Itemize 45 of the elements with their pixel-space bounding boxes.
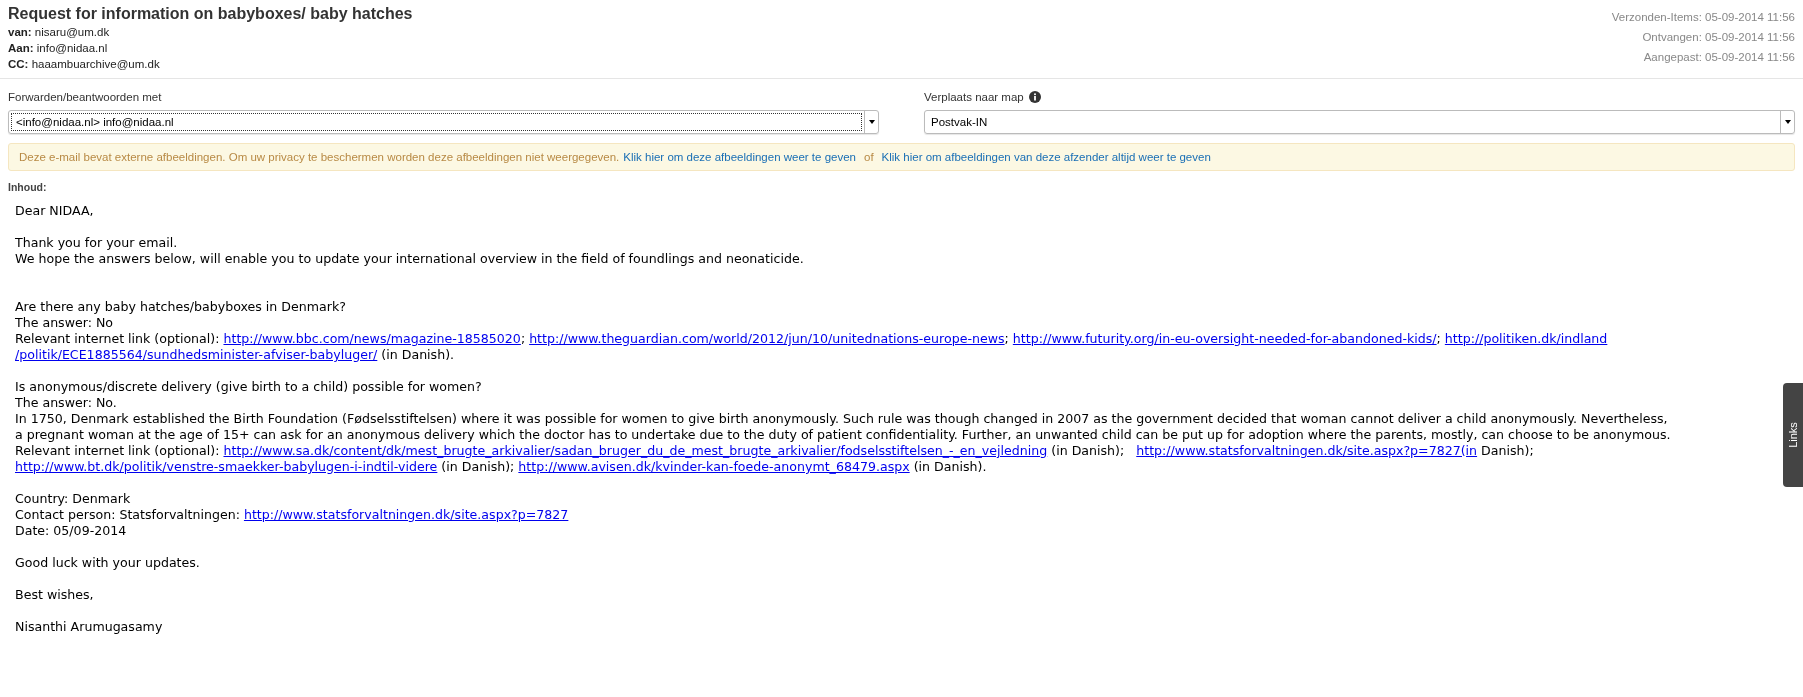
body-link[interactable]: http://www.theguardian.com/world/2012/jun/10/unitednations-europe-news	[529, 331, 1005, 346]
field-label: Verplaats naar map	[924, 90, 1024, 105]
body-link[interactable]: http://www.bt.dk/politik/venstre-smaekker-babylugen-i-indtil-videre	[15, 459, 438, 474]
body-link[interactable]: http://www.bbc.com/news/magazine-18585020	[223, 331, 521, 346]
body-text: The answer: No.	[15, 395, 118, 411]
email-date: Aangepast: 05-09-2014 11:56	[1643, 50, 1795, 65]
email-header: van: nisaru@um.dk	[8, 25, 111, 40]
email-header: Aan: info@nidaa.nl	[8, 41, 109, 56]
body-link[interactable]: http://www.futurity.org/in-eu-oversight-needed-for-abandoned-kids/	[1012, 331, 1437, 346]
body-text: Best wishes,	[15, 587, 95, 603]
email-date: Ontvangen: 05-09-2014 11:56	[1642, 30, 1795, 45]
folder-select[interactable]: Postvak-IN	[924, 110, 1795, 134]
body-text: Country: Denmark	[15, 491, 132, 507]
body-text: Relevant internet link (optional): http://www.bbc.com/news/magazine-18585020; http://www.theguardian.com/world/2012/jun/10/unitednations-europe-news; http://www.futurity.org/in-eu-oversight-needed-for-abandoned-kids/; http://politiken.dk/indland	[15, 331, 1609, 347]
body-link[interactable]: http://www.avisen.dk/kvinder-kan-foede-anonymt_68479.aspx	[518, 459, 910, 474]
body-text: a pregnant woman at the age of 15+ can ask for an anonymous delivery which the doctor has to undertake due to the duty of patient confidentiality. Further, an unwanted child can be put up for adoption where the parents, mostly, can choose to be anonymous.	[15, 427, 1672, 443]
content-label: Inhoud:	[7, 180, 48, 193]
notice-link[interactable]: Klik hier om afbeeldingen van deze afzender altijd weer te geven	[881, 151, 1211, 163]
body-text: Date: 05/09-2014	[15, 523, 128, 539]
email-header: CC: haaambuarchive@um.dk	[8, 57, 161, 72]
email-subject: Request for information on babyboxes/ baby hatches	[8, 4, 413, 24]
body-text: We hope the answers below, will enable you to update your international overview in the field of foundlings and neonaticide.	[15, 251, 805, 267]
body-text: Is anonymous/discrete delivery (give birth to a child) possible for women?	[15, 379, 483, 395]
forward-select[interactable]: <info@nidaa.nl> info@nidaa.nl	[8, 110, 879, 134]
body-text: /politik/ECE1885564/sundhedsminister-afviser-babyluger/ (in Danish).	[15, 347, 456, 363]
body-link[interactable]: http://politiken.dk/indland	[1444, 331, 1608, 346]
body-text: Dear NIDAA,	[15, 203, 95, 219]
body-text: Thank you for your email.	[15, 235, 179, 251]
field-label: Forwarden/beantwoorden met	[8, 90, 163, 105]
notice-text: Deze e-mail bevat externe afbeeldingen. Om uw privacy te beschermen worden deze afbeeldingen niet weergegeven.	[19, 151, 620, 163]
notice-link[interactable]: Klik hier om deze afbeeldingen weer te geven	[623, 151, 856, 163]
body-text: Good luck with your updates.	[15, 555, 201, 571]
email-date: Verzonden-Items: 05-09-2014 11:56	[1611, 10, 1795, 25]
body-link[interactable]: http://www.statsforvaltningen.dk/site.aspx?p=7827	[243, 507, 569, 522]
links-tab[interactable]: Links	[1783, 383, 1803, 487]
body-text: Are there any baby hatches/babyboxes in Denmark?	[15, 299, 347, 315]
body-text: In 1750, Denmark established the Birth Foundation (Fødselsstiftelsen) where it was possible for women to give birth anonymously. Such rule was though changed in 2007 as the government decided that woman cannot deliver a child anonymously. Nevertheless,	[15, 411, 1669, 427]
body-link[interactable]: http://www.statsforvaltningen.dk/site.aspx?p=7827(in	[1136, 443, 1478, 458]
body-link[interactable]: /politik/ECE1885564/sundhedsminister-afviser-babyluger/	[15, 347, 378, 362]
body-link[interactable]: http://www.sa.dk/content/dk/mest_brugte_arkivalier/sadan_bruger_du_de_mest_brugte_arkivalier/fodselsstiftelsen_-_en_vejledning	[223, 443, 1048, 458]
body-text: Nisanthi Arumugasamy	[15, 619, 164, 635]
body-text: The answer: No	[15, 315, 115, 331]
info-icon[interactable]	[1028, 91, 1041, 103]
notice-text: of	[864, 151, 874, 163]
body-text: Contact person: Statsforvaltningen: http://www.statsforvaltningen.dk/site.aspx?p=7827	[15, 507, 570, 523]
